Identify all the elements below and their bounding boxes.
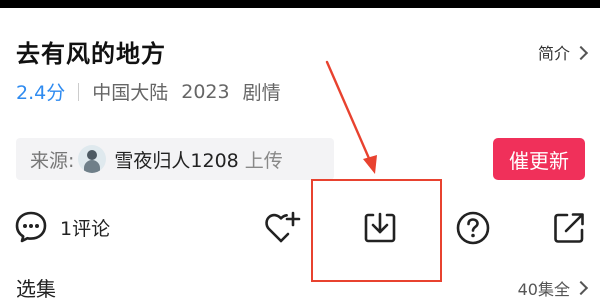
chevron-right-icon [573,280,589,296]
genre: 剧情 [242,82,281,104]
uploader-name: 雪夜归人1208 [114,149,239,172]
region: 中国大陆 [92,82,169,104]
intro-label: 简介 [537,44,570,63]
urge-update-button[interactable]: 催更新 [493,138,585,180]
year: 2023 [181,80,230,103]
intro-link[interactable]: 简介 [537,40,589,64]
episodes-link[interactable]: 40集全 [517,276,589,300]
comment-button[interactable]: 1评论 [14,210,110,244]
upload-label: 上传 [244,149,283,172]
help-icon[interactable] [455,210,491,246]
meta-row: 2.4分 中国大陆 2023 剧情 [16,78,294,105]
avatar [78,145,107,173]
top-bar [0,0,600,8]
page-title: 去有风的地方 [16,40,166,68]
share-icon[interactable] [551,210,587,246]
episodes-summary: 40集全 [517,280,570,299]
source-label: 来源: [30,149,75,172]
comment-icon [15,211,47,243]
annotation-box [311,179,442,282]
annotation-arrow [325,60,377,174]
comment-count: 1评论 [60,217,111,240]
source-box[interactable]: 来源: 雪夜归人1208 上传 [16,138,334,180]
score: 2.4分 [16,82,66,104]
episodes-section-label: 选集 [16,277,56,301]
heart-plus-icon[interactable] [264,210,302,246]
divider [78,82,80,101]
chevron-right-icon [573,45,589,60]
